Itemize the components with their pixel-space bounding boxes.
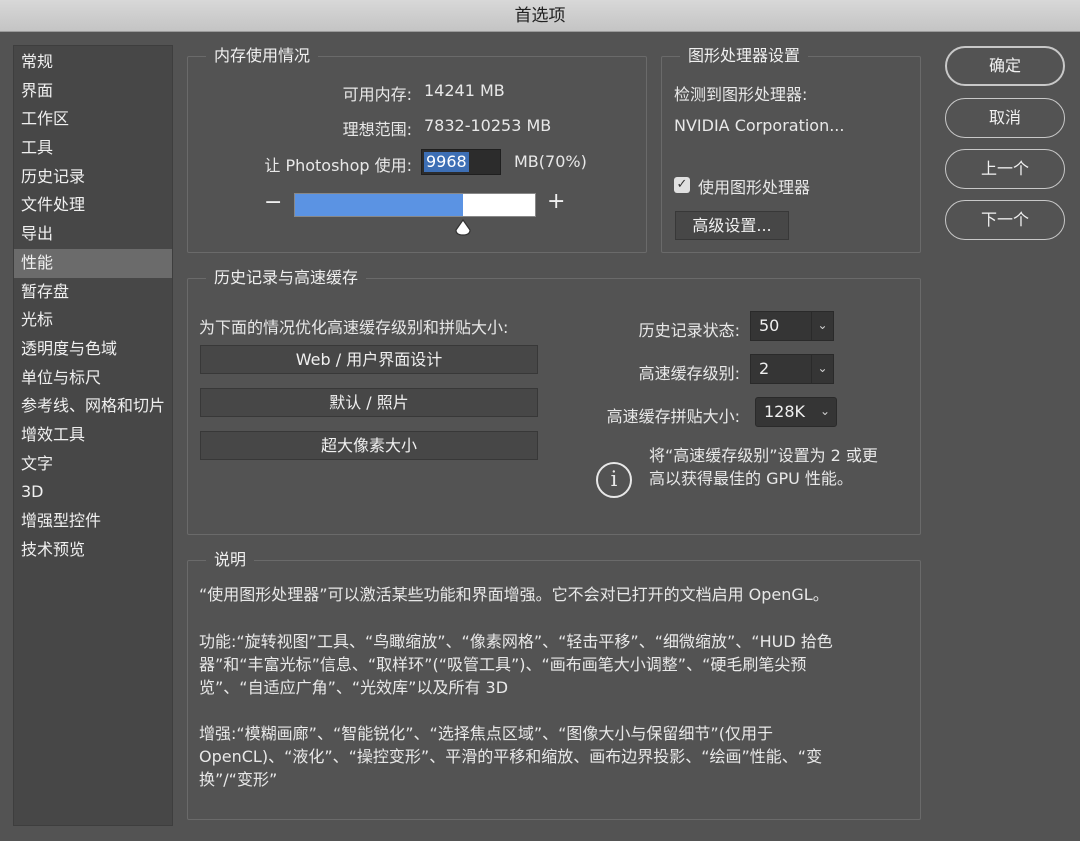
available-memory-label: 可用内存: xyxy=(342,85,412,104)
cancel-button[interactable]: 取消 xyxy=(945,98,1065,138)
optimize-cache-label: 为下面的情况优化高速缓存级别和拼贴大小: xyxy=(199,318,509,337)
history-states-select[interactable]: 50 ⌄ xyxy=(750,311,834,341)
sidebar-item[interactable]: 工作区 xyxy=(14,105,172,134)
sidebar-item[interactable]: 增强型控件 xyxy=(14,507,172,536)
available-memory-value: 14241 MB xyxy=(424,81,505,100)
sidebar-item[interactable]: 工具 xyxy=(14,134,172,163)
description-paragraph-3-line-1: 增强:“模糊画廊”、“智能锐化”、“选择焦点区域”、“图像大小与保留细节”(仅用… xyxy=(199,724,773,743)
description-paragraph-3-line-2: OpenCL)、“液化”、“操控变形”、平滑的平移和缩放、画布边界投影、“绘画”… xyxy=(199,747,823,766)
description-paragraph-2-line-2: 器”和“丰富光标”信息、“取样环”(“吸管工具”)、“画布画笔大小调整”、“硬毛… xyxy=(199,655,807,674)
memory-slider-fill xyxy=(295,194,463,216)
sidebar-item[interactable]: 光标 xyxy=(14,306,172,335)
sidebar-item[interactable]: 单位与标尺 xyxy=(14,364,172,393)
memory-use-unit: MB(70%) xyxy=(514,152,587,171)
ideal-range-label: 理想范围: xyxy=(342,120,412,139)
description-paragraph-2-line-3: 览”、“自适应广角”、“光效库”以及所有 3D xyxy=(199,678,509,697)
use-gpu-label: 使用图形处理器 xyxy=(698,178,811,197)
cache-levels-label: 高速缓存级别: xyxy=(638,364,740,383)
gpu-tip-line-1: 将“高速缓存级别”设置为 2 或更 xyxy=(649,446,878,465)
tile-size-select[interactable]: 128K ⌄ xyxy=(755,397,837,427)
sidebar-item[interactable]: 3D xyxy=(14,478,172,507)
advanced-settings-button[interactable]: 高级设置... xyxy=(675,211,789,240)
memory-slider-thumb[interactable] xyxy=(454,219,472,237)
sidebar-item[interactable]: 增效工具 xyxy=(14,421,172,450)
description-title: 说明 xyxy=(206,549,255,571)
cache-levels-value: 2 xyxy=(759,359,770,378)
gpu-detected-label: 检测到图形处理器: xyxy=(674,85,808,104)
chevron-down-icon: ⌄ xyxy=(819,404,831,418)
sidebar-item[interactable]: 暂存盘 xyxy=(14,278,172,307)
memory-slider-track[interactable] xyxy=(294,193,536,217)
history-cache-title: 历史记录与高速缓存 xyxy=(206,267,367,289)
gpu-settings-title: 图形处理器设置 xyxy=(680,45,809,67)
sidebar-item[interactable]: 参考线、网格和切片 xyxy=(14,392,172,421)
preset-default-photo-button[interactable]: 默认 / 照片 xyxy=(200,388,538,417)
chevron-down-icon: ⌄ xyxy=(811,312,833,340)
history-states-label: 历史记录状态: xyxy=(638,321,740,340)
sidebar-item[interactable]: 界面 xyxy=(14,77,172,106)
memory-use-input[interactable]: 9968 xyxy=(421,149,501,175)
sidebar-item[interactable]: 技术预览 xyxy=(14,536,172,565)
ok-button[interactable]: 确定 xyxy=(945,46,1065,86)
info-icon: i xyxy=(596,462,632,498)
description-paragraph-1: “使用图形处理器”可以激活某些功能和界面增强。它不会对已打开的文档启用 Open… xyxy=(199,585,829,604)
description-paragraph-2-line-1: 功能:“旋转视图”工具、“鸟瞰缩放”、“像素网格”、“轻击平移”、“细微缩放”、… xyxy=(199,632,833,651)
tile-size-label: 高速缓存拼贴大小: xyxy=(606,407,740,426)
window-title: 首选项 xyxy=(0,0,1080,32)
next-button[interactable]: 下一个 xyxy=(945,200,1065,240)
sidebar-item[interactable]: 文件处理 xyxy=(14,191,172,220)
sidebar-item[interactable]: 文字 xyxy=(14,450,172,479)
sidebar-item[interactable]: 常规 xyxy=(14,48,172,77)
photoshop-use-label: 让 Photoshop 使用: xyxy=(264,156,412,175)
previous-button[interactable]: 上一个 xyxy=(945,149,1065,189)
cache-levels-select[interactable]: 2 ⌄ xyxy=(750,354,834,384)
memory-use-value: 9968 xyxy=(424,152,469,172)
tile-size-value: 128K xyxy=(764,402,806,421)
description-paragraph-3-line-3: 换”/“变形” xyxy=(199,770,278,789)
preset-web-ui-button[interactable]: Web / 用户界面设计 xyxy=(200,345,538,374)
sidebar-item[interactable]: 透明度与色域 xyxy=(14,335,172,364)
use-gpu-checkbox[interactable]: ✓ xyxy=(674,177,690,193)
sidebar-item[interactable]: 性能 xyxy=(14,248,172,278)
increase-memory-button[interactable]: + xyxy=(547,189,565,214)
gpu-tip-line-2: 高以获得最佳的 GPU 性能。 xyxy=(649,469,853,488)
decrease-memory-button[interactable]: − xyxy=(264,190,282,215)
preset-huge-pixel-button[interactable]: 超大像素大小 xyxy=(200,431,538,460)
history-states-value: 50 xyxy=(759,316,780,335)
category-list: 常规 界面 工作区 工具 历史记录 文件处理 导出 性能 暂存盘 光标 透明度与色域 单位与标尺 参考线… xyxy=(13,45,173,826)
gpu-detected-value: NVIDIA Corporation... xyxy=(674,116,845,135)
memory-usage-title: 内存使用情况 xyxy=(206,45,319,67)
chevron-down-icon: ⌄ xyxy=(811,355,833,383)
sidebar-item[interactable]: 历史记录 xyxy=(14,163,172,192)
sidebar-item[interactable]: 导出 xyxy=(14,220,172,249)
ideal-range-value: 7832-10253 MB xyxy=(424,116,552,135)
